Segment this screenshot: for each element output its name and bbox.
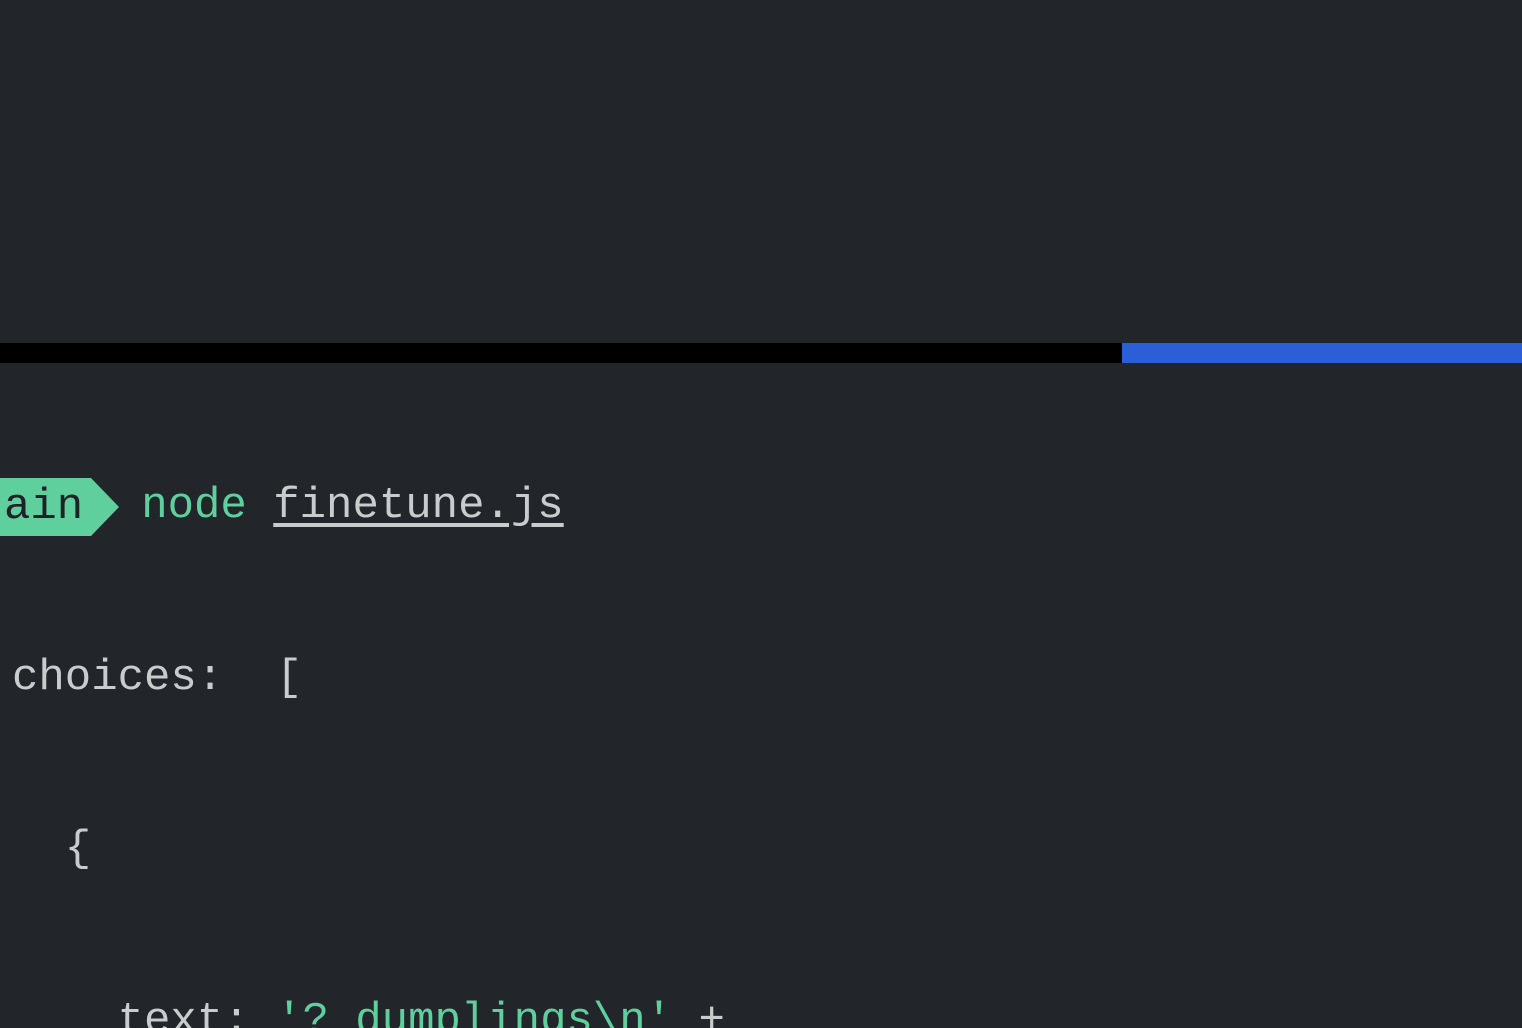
json-key: text: (12, 996, 250, 1028)
command-argument: finetune.js (273, 478, 563, 535)
bracket: [ (223, 653, 302, 703)
git-branch-badge: ain (0, 478, 91, 536)
command-name: node (141, 478, 247, 535)
output-line-2: { (0, 821, 1522, 878)
brace: { (12, 824, 91, 874)
space (247, 478, 273, 535)
terminal[interactable]: ain node finetune.js choices: [ { text: … (0, 229, 1522, 1028)
string-literal: '? dumplings\n' (250, 996, 672, 1028)
prompt-line: ain node finetune.js (0, 478, 1522, 536)
plus-operator: + (672, 996, 725, 1028)
title-bar-accent (1122, 343, 1522, 363)
window-title-bar (0, 343, 1522, 363)
json-key: choices: (12, 653, 223, 703)
output-line-1: choices: [ (0, 650, 1522, 707)
output-line-3: text: '? dumplings\n' + (0, 993, 1522, 1028)
